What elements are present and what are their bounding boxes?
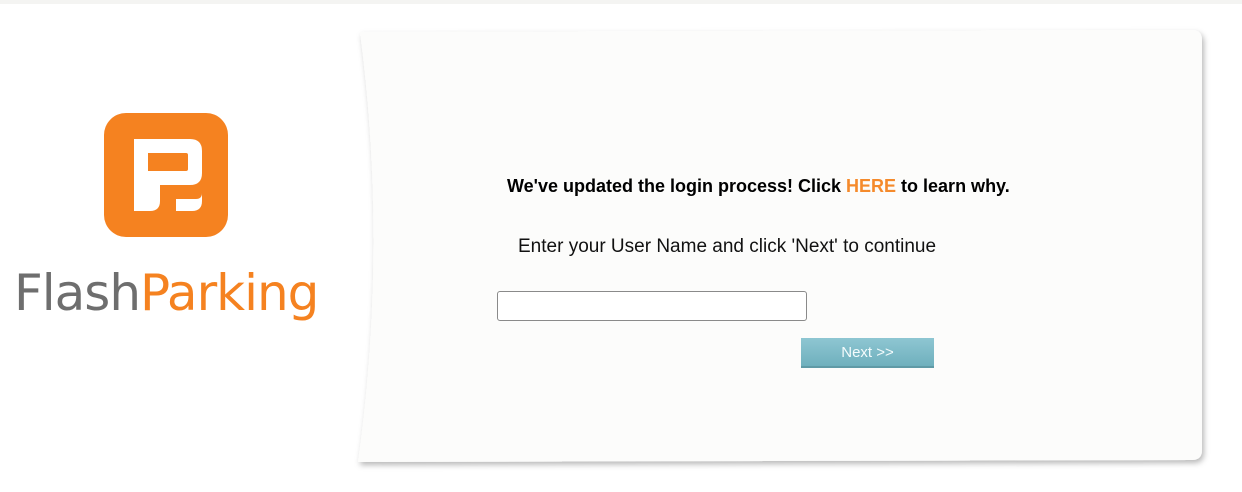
brand-wordmark: FlashParking [14, 258, 319, 328]
top-border [0, 0, 1242, 4]
login-page: FlashParking We've updated the login pro… [0, 0, 1242, 492]
flashparking-logo-icon [104, 113, 228, 237]
notice-text-before: We've updated the login process! Click [507, 176, 847, 196]
username-instruction: Enter your User Name and click 'Next' to… [518, 236, 937, 257]
brand-name-flash: Flash [14, 264, 141, 322]
notice-text-after: to learn why. [896, 176, 1010, 196]
learn-why-link[interactable]: HERE [846, 176, 896, 196]
username-input[interactable] [497, 291, 807, 321]
next-button[interactable]: Next >> [801, 338, 934, 368]
login-update-notice: We've updated the login process! Click H… [507, 176, 1010, 197]
brand-name-parking: Parking [140, 264, 319, 322]
